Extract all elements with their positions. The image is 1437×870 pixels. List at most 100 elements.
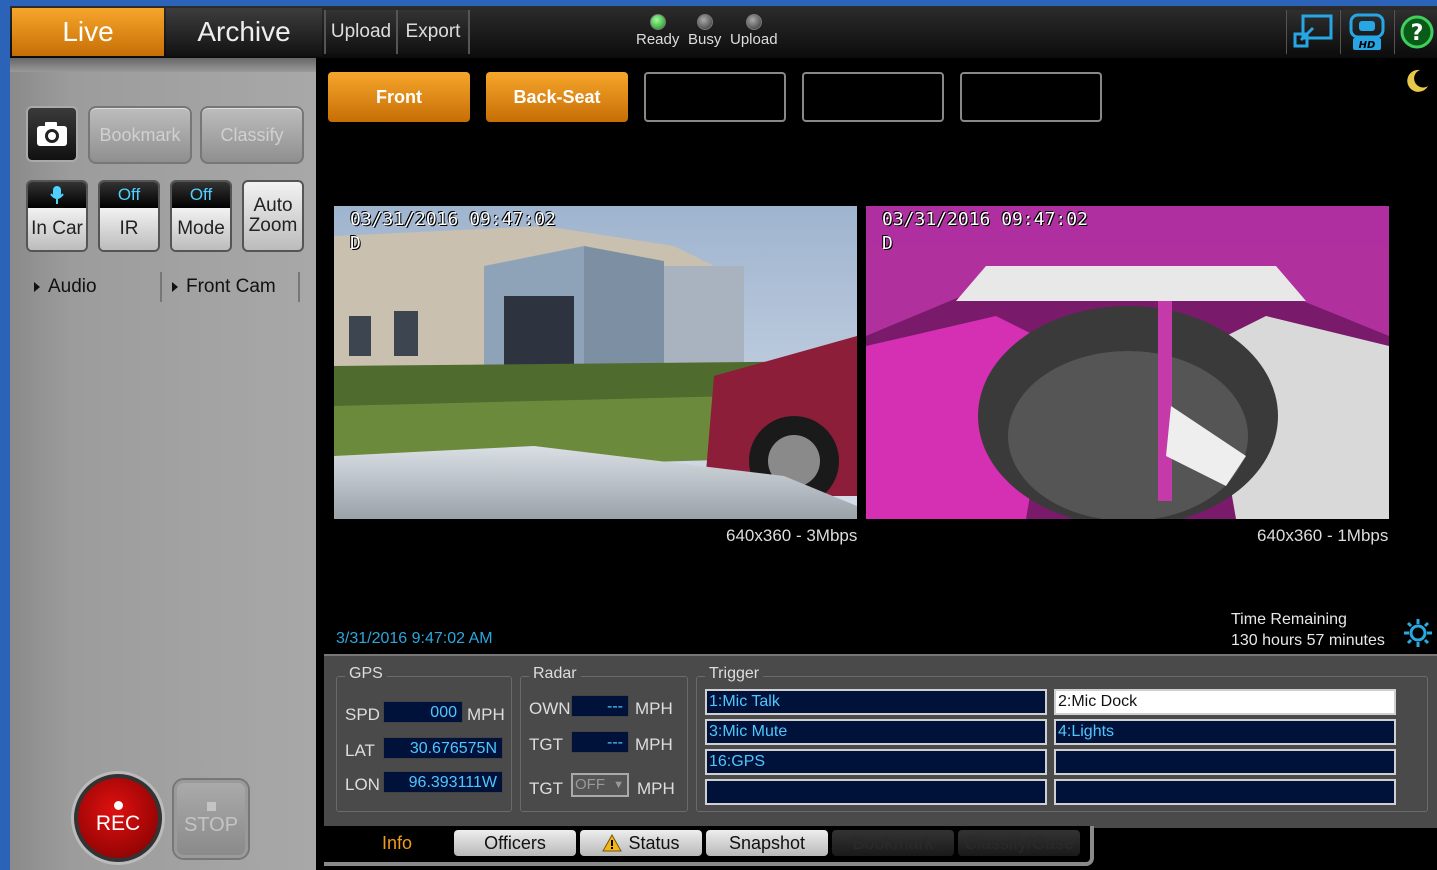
mode-status: Off [172, 182, 230, 208]
hd-label: HD [1359, 40, 1376, 51]
left-panel: Bookmark Classify In Car Off IR Off Mode… [10, 58, 316, 870]
display-button[interactable] [1286, 10, 1339, 54]
indicator-ready: Ready [636, 14, 679, 48]
auto-zoom-line2: Zoom [248, 215, 298, 236]
tab-info[interactable]: Info [342, 830, 452, 856]
moon-icon[interactable] [1404, 68, 1430, 94]
spd-value: 000 [383, 701, 463, 723]
back-seat-video-time: 09:47:02 [1001, 209, 1088, 230]
top-bar: Live Archive Upload Export Ready Busy Up… [10, 6, 1437, 58]
help-symbol: ? [1410, 21, 1423, 46]
tgt-unit: MPH [635, 735, 673, 754]
tab-snapshot[interactable]: Snapshot [706, 830, 828, 856]
mode-label: Mode [172, 208, 230, 250]
classify-button[interactable]: Classify [200, 106, 304, 164]
front-cam-label: Front Cam [186, 276, 276, 297]
trigger-item[interactable] [1054, 749, 1396, 775]
mode-toggle[interactable]: Off Mode [170, 180, 232, 252]
tab-camera-3[interactable] [644, 72, 786, 122]
tgt-mode-select[interactable]: OFF ▼ [571, 773, 629, 797]
tab-camera-4[interactable] [802, 72, 944, 122]
in-car-status [28, 182, 86, 208]
front-cam-expander[interactable]: Front Cam [162, 272, 300, 302]
front-video-time: 09:47:02 [469, 209, 556, 230]
bottom-tab-bar: Info Officers Status Snapshot Bookmark C… [324, 826, 1094, 866]
trigger-item[interactable]: 4:Lights [1054, 719, 1396, 745]
tab-classify-case[interactable]: Classify/Case [958, 830, 1080, 856]
indicator-label: Upload [730, 31, 778, 48]
trigger-group: Trigger 1:Mic Talk 2:Mic Dock 3:Mic Mute… [696, 665, 1428, 812]
radar-legend: Radar [529, 665, 581, 683]
chevron-down-icon: ▼ [613, 779, 624, 791]
stop-button[interactable]: STOP [174, 780, 248, 858]
ir-status: Off [100, 182, 158, 208]
audio-expander[interactable]: Audio [24, 272, 162, 302]
auto-zoom-button[interactable]: Auto Zoom [242, 180, 304, 252]
upload-button[interactable]: Upload [324, 10, 398, 54]
indicator-label: Busy [688, 31, 722, 48]
hd-button[interactable]: HD [1340, 10, 1393, 54]
record-dot-icon [113, 800, 123, 810]
time-remaining: Time Remaining 130 hours 57 minutes [1231, 609, 1385, 651]
microphone-icon [50, 186, 64, 204]
ready-light-icon [649, 14, 666, 30]
tab-camera-5[interactable] [960, 72, 1102, 122]
gps-legend: GPS [345, 665, 387, 683]
tab-archive[interactable]: Archive [166, 8, 322, 56]
tgt-mode-value: OFF [575, 776, 605, 793]
audio-label: Audio [48, 276, 97, 297]
snapshot-camera-button[interactable] [26, 106, 78, 162]
tab-back-seat-camera[interactable]: Back-Seat [486, 72, 628, 122]
trigger-item[interactable] [705, 779, 1047, 805]
spd-unit: MPH [467, 705, 505, 724]
trigger-item[interactable]: 2:Mic Dock [1054, 689, 1396, 715]
tgt-value: --- [571, 731, 629, 753]
auto-zoom-line1: Auto [253, 195, 293, 216]
upload-light-icon [745, 14, 762, 30]
back-seat-camera-video[interactable]: 03/31/2016 09:47:02 D [866, 206, 1389, 519]
front-video-overlay: 03/31/2016 09:47:02 D [350, 208, 556, 256]
ir-toggle[interactable]: Off IR [98, 180, 160, 252]
status-tab-label: Status [628, 832, 680, 853]
tab-live[interactable]: Live [12, 8, 164, 56]
front-camera-video[interactable]: 03/31/2016 09:47:02 D [334, 206, 857, 519]
tab-officers[interactable]: Officers [454, 830, 576, 856]
back-seat-video-overlay: 03/31/2016 09:47:02 D [882, 208, 1088, 256]
back-seat-video-date: 03/31/2016 [882, 209, 991, 230]
own-label: OWN [529, 699, 571, 718]
lon-value: 96.393111W [383, 771, 503, 793]
tab-status[interactable]: Status [580, 830, 702, 856]
tgt-label: TGT [529, 735, 563, 754]
tab-bookmark[interactable]: Bookmark [832, 830, 954, 856]
busy-light-icon [696, 14, 713, 30]
trigger-item[interactable]: 1:Mic Talk [705, 689, 1047, 715]
bookmark-button[interactable]: Bookmark [88, 106, 192, 164]
export-button[interactable]: Export [396, 10, 470, 54]
hd-camera-icon: HD [1349, 13, 1385, 51]
indicator-label: Ready [636, 31, 680, 48]
left-panel-header [10, 58, 316, 72]
front-video-resolution: 640x360 - 3Mbps [726, 526, 858, 545]
indicator-busy: Busy [688, 14, 721, 48]
ir-label: IR [100, 208, 158, 250]
help-button[interactable]: ? [1394, 10, 1437, 54]
display-icon [1293, 14, 1333, 48]
trigger-item[interactable] [1054, 779, 1396, 805]
record-button[interactable]: REC [74, 774, 162, 862]
time-remaining-label: Time Remaining [1231, 611, 1347, 628]
in-car-mic-toggle[interactable]: In Car [26, 180, 88, 252]
rec-label: REC [95, 811, 141, 835]
stop-square-icon [206, 801, 216, 811]
in-car-label: In Car [28, 208, 86, 250]
sun-icon[interactable] [1403, 618, 1433, 648]
current-timestamp: 3/31/2016 9:47:02 AM [336, 630, 493, 647]
trigger-item[interactable]: 16:GPS [705, 749, 1047, 775]
indicator-upload: Upload [730, 14, 778, 48]
front-video-flag: D [350, 233, 361, 254]
trigger-legend: Trigger [705, 665, 764, 683]
lat-value: 30.676575N [383, 737, 503, 759]
trigger-item[interactable]: 3:Mic Mute [705, 719, 1047, 745]
tab-front-camera[interactable]: Front [328, 72, 470, 122]
tgt2-label: TGT [529, 779, 563, 798]
time-remaining-value: 130 hours 57 minutes [1231, 632, 1385, 649]
